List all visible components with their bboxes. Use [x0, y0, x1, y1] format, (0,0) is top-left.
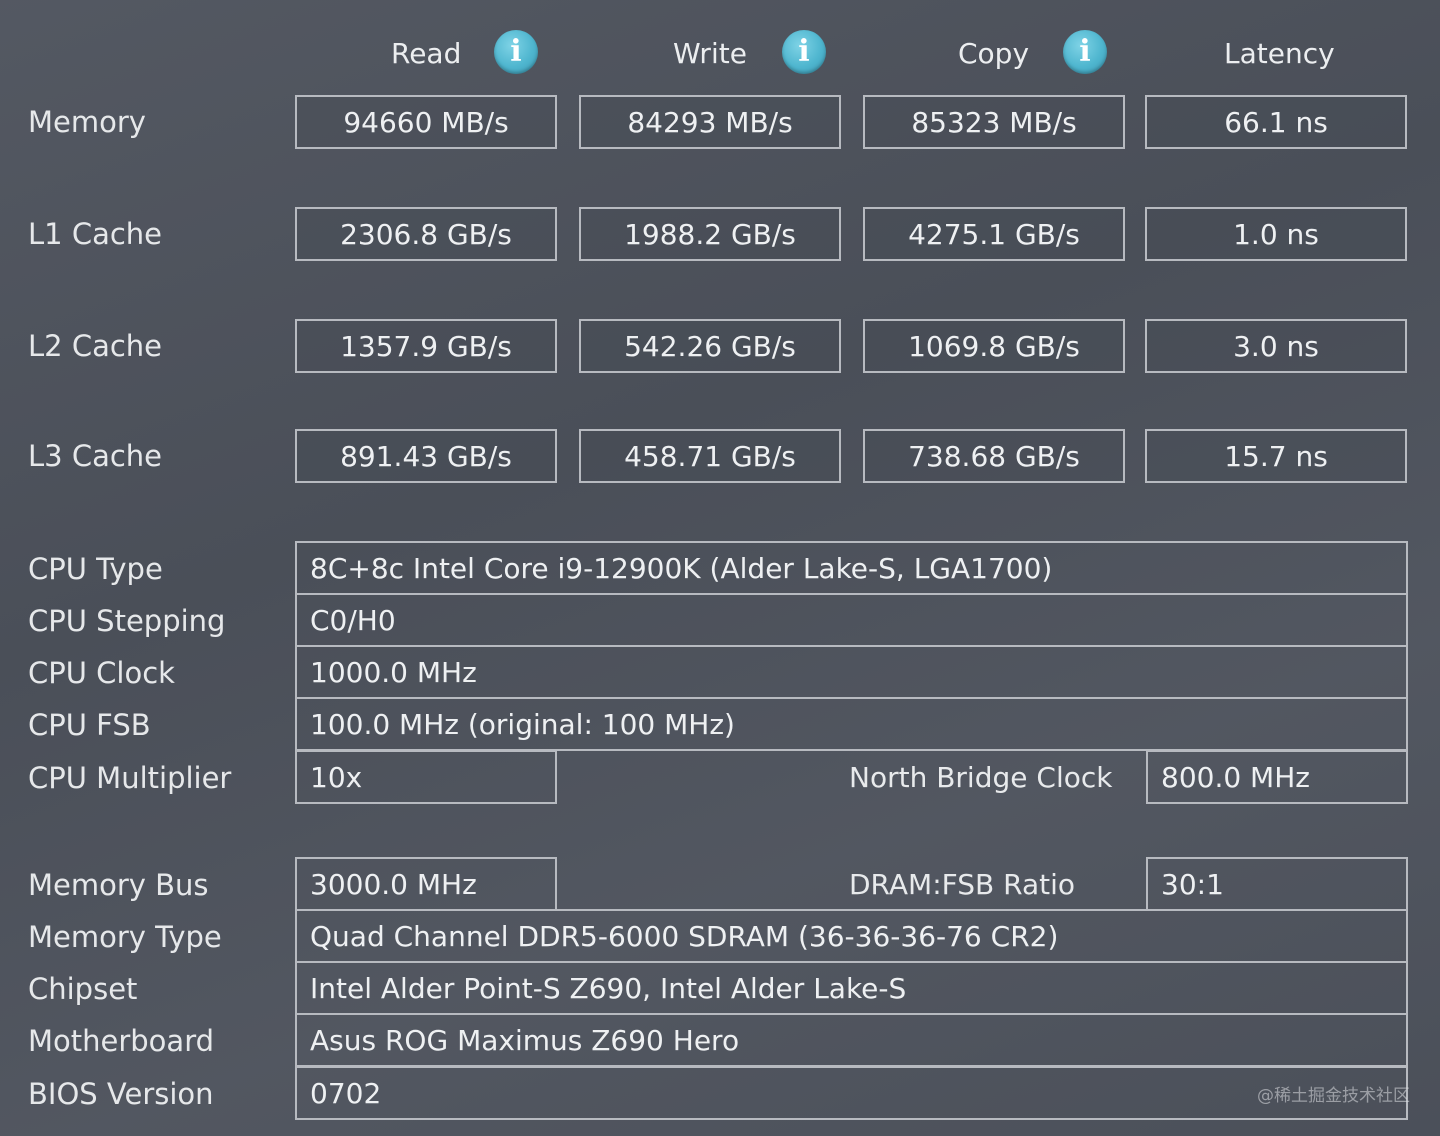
info-glyph: i	[798, 34, 810, 69]
cpu-multiplier-label: CPU Multiplier	[28, 760, 232, 795]
dram-fsb-ratio-value: 30:1	[1146, 857, 1408, 911]
row-label-memory: Memory	[28, 105, 146, 139]
l1-copy-value: 4275.1 GB/s	[863, 207, 1125, 261]
row-label-l2-cache: L2 Cache	[28, 329, 163, 363]
bios-version-value: 0702	[295, 1066, 1408, 1120]
info-glyph: i	[510, 34, 522, 69]
cpu-fsb-value: 100.0 MHz (original: 100 MHz)	[295, 697, 1408, 751]
north-bridge-clock-label: North Bridge Clock	[849, 761, 1113, 794]
watermark: @稀土掘金技术社区	[1257, 1086, 1410, 1106]
info-glyph: i	[1079, 34, 1091, 69]
cpu-type-value: 8C+8c Intel Core i9-12900K (Alder Lake-S…	[295, 541, 1408, 595]
row-label-l3-cache: L3 Cache	[28, 439, 163, 473]
memory-read-value: 94660 MB/s	[295, 95, 557, 149]
north-bridge-clock-value: 800.0 MHz	[1146, 750, 1408, 804]
bios-version-label: BIOS Version	[28, 1076, 214, 1111]
l1-write-value: 1988.2 GB/s	[579, 207, 841, 261]
column-header-write: Write	[673, 36, 747, 70]
motherboard-value: Asus ROG Maximus Z690 Hero	[295, 1013, 1408, 1067]
chipset-value: Intel Alder Point-S Z690, Intel Alder La…	[295, 961, 1408, 1015]
memory-copy-value: 85323 MB/s	[863, 95, 1125, 149]
l3-write-value: 458.71 GB/s	[579, 429, 841, 483]
memory-latency-value: 66.1 ns	[1145, 95, 1407, 149]
cpu-stepping-label: CPU Stepping	[28, 603, 226, 638]
column-header-read: Read	[391, 36, 462, 70]
memory-bus-value: 3000.0 MHz	[295, 857, 557, 911]
memory-type-label: Memory Type	[28, 919, 222, 954]
chipset-label: Chipset	[28, 971, 138, 1006]
l1-read-value: 2306.8 GB/s	[295, 207, 557, 261]
cpu-fsb-label: CPU FSB	[28, 707, 151, 742]
copy-info-icon[interactable]: i	[1063, 30, 1107, 74]
l3-latency-value: 15.7 ns	[1145, 429, 1407, 483]
column-header-copy: Copy	[958, 36, 1030, 70]
dram-fsb-ratio-label: DRAM:FSB Ratio	[849, 868, 1076, 901]
row-label-l1-cache: L1 Cache	[28, 217, 163, 251]
l2-copy-value: 1069.8 GB/s	[863, 319, 1125, 373]
cpu-stepping-value: C0/H0	[295, 593, 1408, 647]
l3-copy-value: 738.68 GB/s	[863, 429, 1125, 483]
cpu-clock-value: 1000.0 MHz	[295, 645, 1408, 699]
l2-read-value: 1357.9 GB/s	[295, 319, 557, 373]
l2-write-value: 542.26 GB/s	[579, 319, 841, 373]
cpu-clock-label: CPU Clock	[28, 655, 175, 690]
column-header-latency: Latency	[1224, 36, 1335, 70]
memory-write-value: 84293 MB/s	[579, 95, 841, 149]
read-info-icon[interactable]: i	[494, 30, 538, 74]
l2-latency-value: 3.0 ns	[1145, 319, 1407, 373]
memory-type-value: Quad Channel DDR5-6000 SDRAM (36-36-36-7…	[295, 909, 1408, 963]
motherboard-label: Motherboard	[28, 1023, 215, 1058]
l3-read-value: 891.43 GB/s	[295, 429, 557, 483]
memory-bus-label: Memory Bus	[28, 867, 209, 902]
cpu-type-label: CPU Type	[28, 551, 163, 586]
l1-latency-value: 1.0 ns	[1145, 207, 1407, 261]
write-info-icon[interactable]: i	[782, 30, 826, 74]
cpu-multiplier-value: 10x	[295, 750, 557, 804]
